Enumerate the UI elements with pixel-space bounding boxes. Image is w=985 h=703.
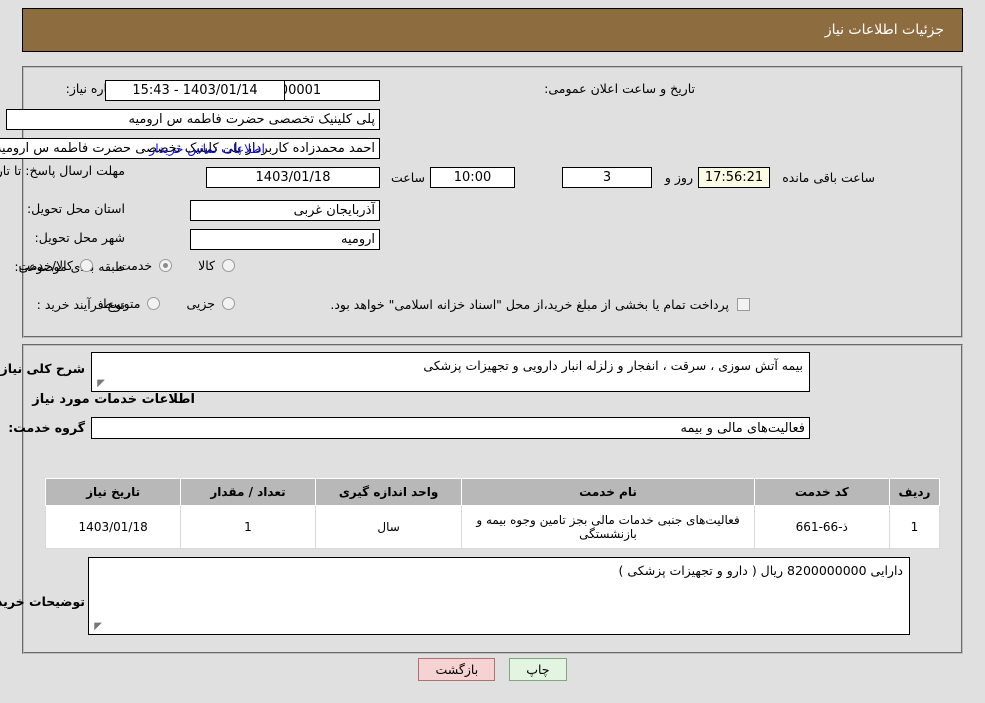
cell-qty: 1 bbox=[180, 505, 316, 549]
services-section-title: اطلاعات خدمات مورد نیاز bbox=[32, 392, 195, 407]
category-option-kala-label: کالا bbox=[198, 258, 215, 273]
col-unit: واحد اندازه گیری bbox=[314, 478, 463, 506]
general-desc-textarea[interactable]: بیمه آتش سوزی ، سرقت ، انفجار و زلزله ان… bbox=[91, 352, 810, 392]
general-desc-label: شرح کلی نیاز: bbox=[0, 361, 85, 376]
table-header-row: ردیف کد خدمت نام خدمت واحد اندازه گیری ت… bbox=[44, 478, 941, 506]
col-index: ردیف bbox=[888, 478, 941, 506]
hour-label: ساعت bbox=[390, 170, 425, 185]
radio-motavaset-icon[interactable] bbox=[147, 297, 161, 310]
province-field[interactable]: آذربایجان غربی bbox=[190, 200, 380, 221]
col-name: نام خدمت bbox=[461, 478, 755, 506]
col-code: کد خدمت bbox=[753, 478, 890, 506]
deadline-label: مهلت ارسال پاسخ: تا تاریخ: bbox=[0, 163, 125, 178]
radio-khedmat-icon[interactable] bbox=[159, 259, 173, 272]
province-label-row: استان محل تحویل: bbox=[27, 201, 125, 216]
process-option-jozee[interactable]: جزیی bbox=[186, 296, 235, 311]
process-option-motavaset[interactable]: متوسط bbox=[101, 296, 161, 311]
category-option-kala[interactable]: کالا bbox=[198, 258, 235, 273]
days-label: روز و bbox=[664, 170, 693, 185]
radio-kala-icon[interactable] bbox=[222, 259, 235, 272]
announce-datetime-field[interactable]: 1403/01/14 - 15:43 bbox=[105, 80, 285, 101]
process-option-motavaset-label: متوسط bbox=[101, 296, 141, 311]
resize-grip-icon[interactable]: ◤ bbox=[95, 379, 105, 389]
services-table: ردیف کد خدمت نام خدمت واحد اندازه گیری ت… bbox=[44, 478, 941, 549]
col-date: تاریخ نیاز bbox=[44, 478, 182, 506]
remaining-label: ساعت باقی مانده bbox=[782, 170, 875, 185]
cell-name: فعالیت‌های جنبی خدمات مالی بجز تامین وجو… bbox=[461, 505, 755, 549]
page-title-bar: جزئیات اطلاعات نیاز bbox=[22, 8, 963, 52]
buyer-notes-label: توضیحات خریدار: bbox=[0, 594, 85, 609]
page-title: جزئیات اطلاعات نیاز bbox=[824, 22, 944, 38]
countdown-field: 17:56:21 bbox=[698, 167, 770, 188]
cell-unit: سال bbox=[314, 505, 463, 549]
cell-code: ذ-66-661 bbox=[753, 505, 890, 549]
days-remaining-field[interactable]: 3 bbox=[562, 167, 652, 188]
print-button[interactable]: چاپ bbox=[509, 658, 567, 681]
process-options: جزیی متوسط bbox=[75, 296, 235, 311]
service-group-label: گروه خدمت: bbox=[8, 420, 85, 435]
cell-date: 1403/01/18 bbox=[44, 505, 182, 549]
table-row: 1 ذ-66-661 فعالیت‌های جنبی خدمات مالی بج… bbox=[44, 505, 941, 549]
deadline-label-row: مهلت ارسال پاسخ: تا تاریخ: bbox=[0, 162, 125, 180]
province-label: استان محل تحویل: bbox=[26, 201, 125, 216]
category-option-khedmat[interactable]: خدمت bbox=[118, 258, 173, 273]
buyer-notes-value: دارایی 8200000000 ریال ( دارو و تجهیزات … bbox=[618, 563, 903, 578]
category-options: کالا خدمت کالا/خدمت bbox=[0, 258, 235, 273]
cell-index: 1 bbox=[888, 505, 941, 549]
page-root: W AriaTender.net جزئیات اطلاعات نیاز شما… bbox=[0, 0, 985, 703]
buyer-notes-textarea[interactable]: دارایی 8200000000 ریال ( دارو و تجهیزات … bbox=[88, 557, 910, 635]
general-desc-value: بیمه آتش سوزی ، سرقت ، انفجار و زلزله ان… bbox=[423, 358, 803, 373]
city-label-row: شهر محل تحویل: bbox=[35, 230, 125, 245]
radio-jozee-icon[interactable] bbox=[222, 297, 235, 310]
category-option-kala-khedmat[interactable]: کالا/خدمت bbox=[18, 258, 93, 273]
treasury-note-label: پرداخت تمام یا بخشی از مبلغ خرید،از محل … bbox=[330, 297, 729, 312]
treasury-note-row[interactable]: پرداخت تمام یا بخشی از مبلغ خرید،از محل … bbox=[330, 297, 750, 312]
notes-resize-grip-icon[interactable]: ◤ bbox=[92, 622, 102, 632]
treasury-checkbox[interactable] bbox=[737, 298, 750, 311]
deadline-date-field[interactable]: 1403/01/18 bbox=[206, 167, 380, 188]
service-group-field[interactable]: فعالیت‌های مالی و بیمه bbox=[91, 417, 810, 439]
col-qty: تعداد / مقدار bbox=[180, 478, 316, 506]
category-option-kala-khedmat-label: کالا/خدمت bbox=[18, 258, 73, 273]
process-option-jozee-label: جزیی bbox=[186, 296, 215, 311]
radio-kala-khedmat-icon[interactable] bbox=[79, 259, 93, 272]
deadline-time-field[interactable]: 10:00 bbox=[430, 167, 515, 188]
buyer-contact-link[interactable]: اطلاعات تماس خریدار bbox=[149, 141, 265, 156]
category-option-khedmat-label: خدمت bbox=[118, 258, 153, 273]
announce-datetime-label: تاریخ و ساعت اعلان عمومی: bbox=[544, 81, 695, 96]
buyer-org-field[interactable]: پلی کلینیک تخصصی حضرت فاطمه س ارومیه bbox=[6, 109, 380, 130]
action-buttons: بازگشت چاپ bbox=[0, 658, 985, 681]
announce-datetime-label-row: تاریخ و ساعت اعلان عمومی: bbox=[544, 81, 695, 96]
city-label: شهر محل تحویل: bbox=[34, 230, 125, 245]
back-button[interactable]: بازگشت bbox=[418, 658, 496, 681]
city-field[interactable]: ارومیه bbox=[190, 229, 380, 250]
